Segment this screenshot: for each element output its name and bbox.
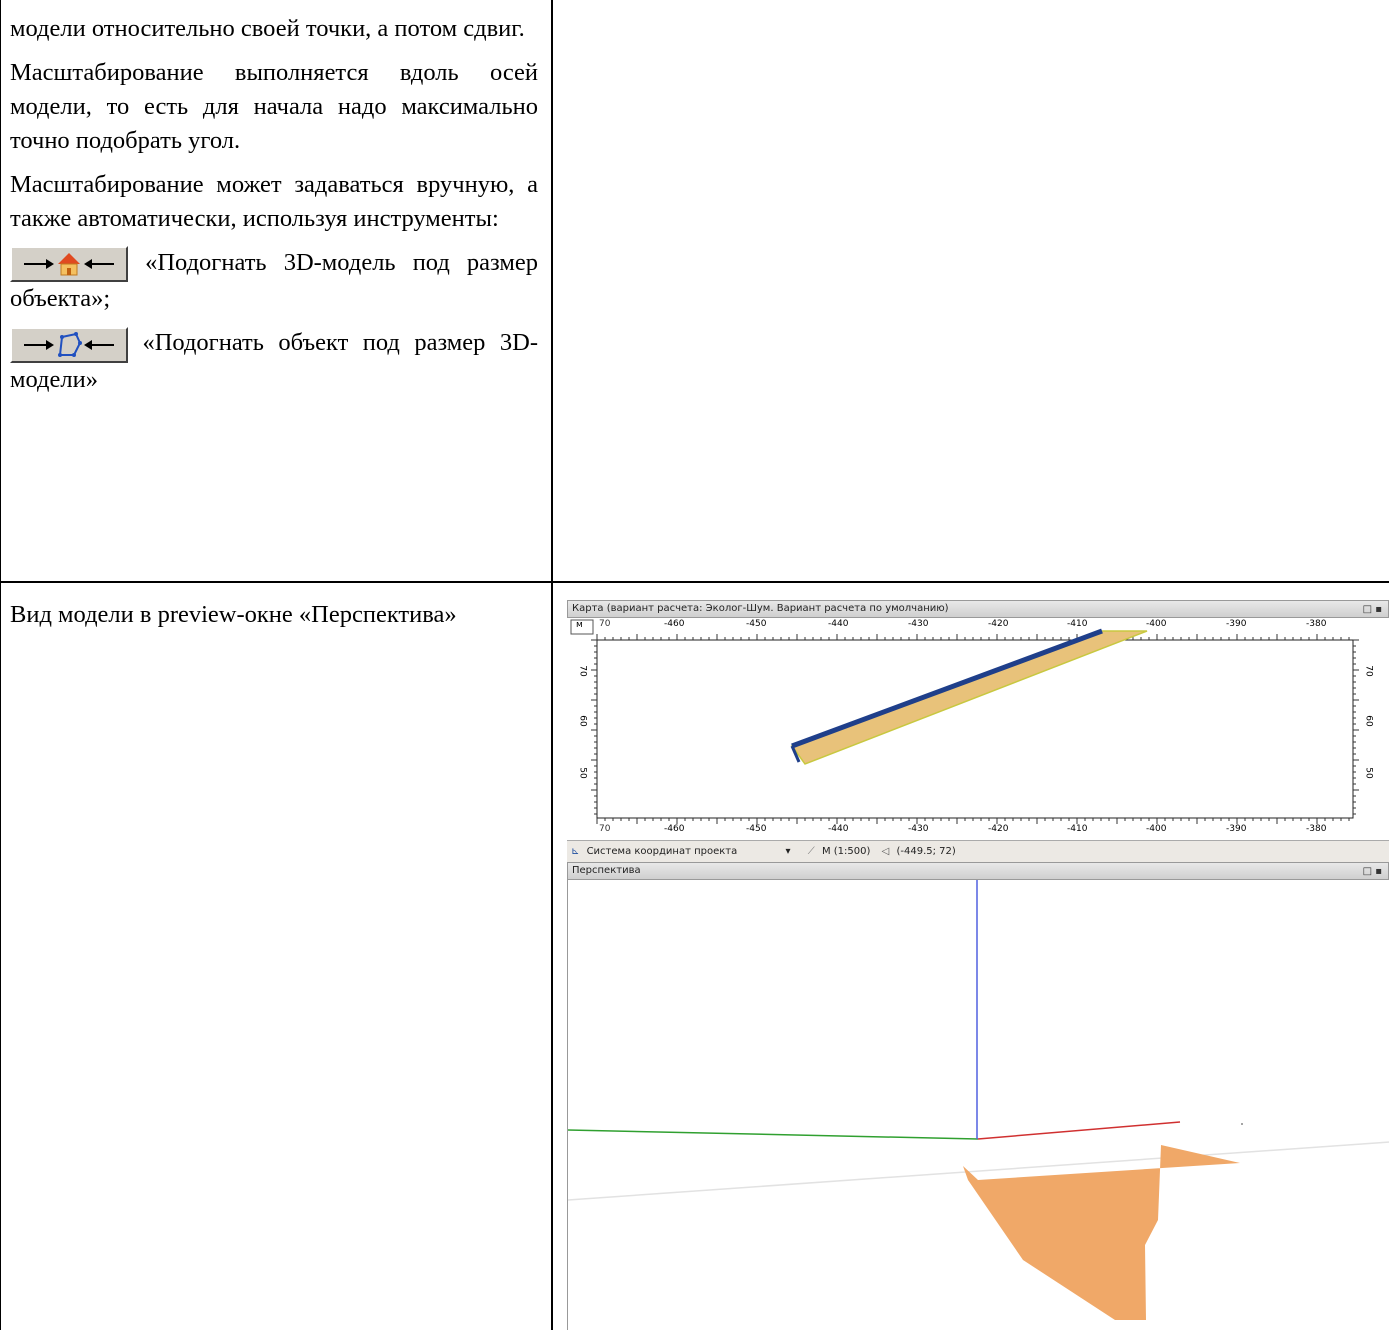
fit-object-to-model-icon <box>24 331 114 357</box>
window-restore-icon[interactable]: □ <box>1363 866 1372 877</box>
coordinate-system-icon: ⊾ <box>571 846 580 857</box>
x-tick-label: -460 <box>664 824 685 834</box>
x-tick-label: -420 <box>988 824 1009 834</box>
map-window-controls: □ ▪ <box>1363 602 1382 618</box>
perspective-window-title: Перспектива <box>572 865 641 876</box>
scale-icon: ⟋ <box>807 846 815 857</box>
table-column-divider <box>551 0 553 1330</box>
perspective-view[interactable] <box>567 880 1389 1330</box>
x-tick-label: -400 <box>1146 824 1167 834</box>
x-tick-label: -390 <box>1226 619 1247 629</box>
preview-caption: Вид модели в preview-окне «Перспектива» <box>10 601 457 628</box>
x-tick-label: -450 <box>746 824 767 834</box>
map-window-title: Карта (вариант расчета: Эколог-Шум. Вари… <box>572 603 949 614</box>
paragraph-3: Масштабирование может задаваться вручную… <box>10 171 538 232</box>
window-close-icon[interactable]: ▪ <box>1375 866 1382 877</box>
dropdown-arrow-icon[interactable]: ▾ <box>786 841 791 863</box>
cursor-coords-icon: ◁ <box>881 846 890 857</box>
cursor-coords-value: (-449.5; 72) <box>896 846 956 857</box>
x-tick-label: -450 <box>746 619 767 629</box>
x-tick-label: -430 <box>908 824 929 834</box>
x-tick-label: -380 <box>1306 619 1327 629</box>
map-canvas <box>570 619 1359 824</box>
top-left-cell: модели относительно своей точки, а потом… <box>10 12 538 397</box>
bottom-left-cell: Вид модели в preview-окне «Перспектива» <box>10 598 538 632</box>
x-tick-label: -440 <box>828 824 849 834</box>
window-restore-icon[interactable]: □ <box>1363 604 1372 615</box>
table-border-left <box>0 0 1 1330</box>
y-tick-label: 50 <box>1363 767 1374 779</box>
app-screenshot: Карта (вариант расчета: Эколог-Шум. Вари… <box>567 600 1389 1330</box>
x-tick-label: -430 <box>908 619 929 629</box>
x-tick-label: -460 <box>664 619 685 629</box>
perspective-window-controls: □ ▪ <box>1363 864 1382 880</box>
window-close-icon[interactable]: ▪ <box>1375 604 1382 615</box>
document-page: модели относительно своей точки, а потом… <box>0 0 1389 1330</box>
map-corner-label: м <box>576 620 583 630</box>
coordinate-system-select[interactable]: Система координат проекта ▾ <box>583 841 797 863</box>
x-tick-label: -380 <box>1306 824 1327 834</box>
paragraph-1: модели относительно своей точки, а потом… <box>10 15 525 42</box>
y-tick-label: 70 <box>577 665 588 677</box>
coordinate-system-value: Система координат проекта <box>586 846 738 857</box>
x-tick-label: -390 <box>1226 824 1247 834</box>
x-tick-first-top: 70 <box>599 619 611 629</box>
map-window-titlebar: Карта (вариант расчета: Эколог-Шум. Вари… <box>567 600 1389 618</box>
y-tick-label: 60 <box>1363 715 1374 727</box>
y-tick-label: 50 <box>577 767 588 779</box>
table-row-divider <box>0 581 1389 583</box>
y-tick-label: 60 <box>577 715 588 727</box>
scale-value: М (1:500) <box>821 846 871 857</box>
fit-object-to-model-button[interactable] <box>10 326 128 363</box>
x-tick-label: -420 <box>988 619 1009 629</box>
perspective-canvas <box>567 880 1389 1320</box>
x-tick-first-bottom: 70 <box>599 824 611 834</box>
tool2-paragraph: «Подогнать объект под размер 3D-модели» <box>10 326 538 396</box>
x-tick-label: -410 <box>1067 619 1088 629</box>
x-tick-label: -410 <box>1067 824 1088 834</box>
perspective-window-titlebar: Перспектива □ ▪ <box>567 862 1389 880</box>
y-tick-label: 70 <box>1363 665 1374 677</box>
map-statusbar: ⊾ Система координат проекта ▾ ⟋ М (1:500… <box>567 840 1389 863</box>
tool1-paragraph: «Подогнать 3D-модель под размер объекта»… <box>10 246 538 316</box>
fit-model-to-object-button[interactable] <box>10 246 128 283</box>
fit-model-to-object-icon <box>24 253 114 276</box>
paragraph-2: Масштабирование выполняется вдоль осей м… <box>10 59 538 154</box>
map-view[interactable]: м 70 -460 -450 -440 -430 -420 -410 -400 … <box>567 618 1389 840</box>
x-tick-label: -400 <box>1146 619 1167 629</box>
x-tick-label: -440 <box>828 619 849 629</box>
